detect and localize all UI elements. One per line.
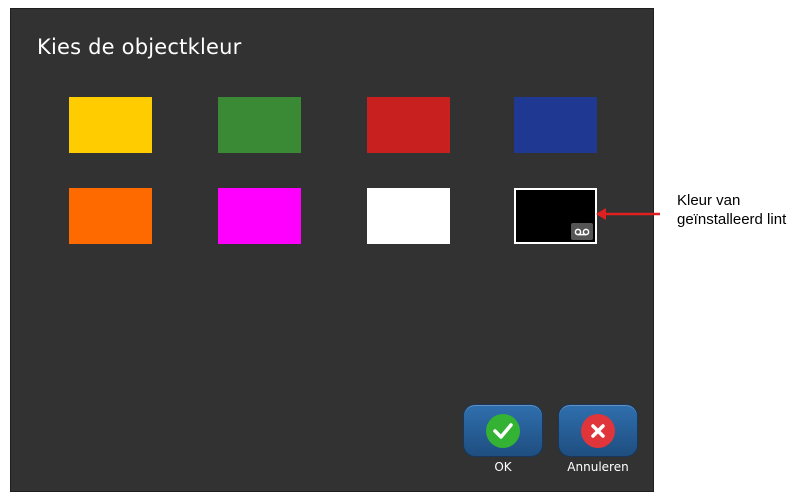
callout-line-1: Kleur van — [677, 192, 741, 209]
cancel-label: Annuleren — [567, 460, 629, 474]
callout-text: Kleur van geïnstalleerd lint — [677, 191, 786, 229]
swatch-black[interactable] — [514, 188, 597, 244]
ok-label: OK — [494, 460, 512, 474]
swatch-orange[interactable] — [69, 188, 152, 244]
printer-screen: Kies de objectkleur OK Annuleren — [10, 8, 654, 492]
swatch-red[interactable] — [367, 97, 450, 153]
ribbon-cassette-icon — [571, 223, 593, 240]
ok-button[interactable] — [463, 404, 543, 457]
cancel-button[interactable] — [558, 404, 638, 457]
swatch-green[interactable] — [218, 97, 301, 153]
close-icon — [581, 413, 615, 448]
swatch-yellow[interactable] — [69, 97, 152, 153]
swatch-blue[interactable] — [514, 97, 597, 153]
dialog-title: Kies de objectkleur — [37, 35, 242, 59]
checkmark-icon — [486, 413, 520, 448]
swatch-magenta[interactable] — [218, 188, 301, 244]
callout-arrow — [596, 208, 660, 220]
callout-line-2: geïnstalleerd lint — [677, 211, 787, 228]
swatch-white[interactable] — [367, 188, 450, 244]
